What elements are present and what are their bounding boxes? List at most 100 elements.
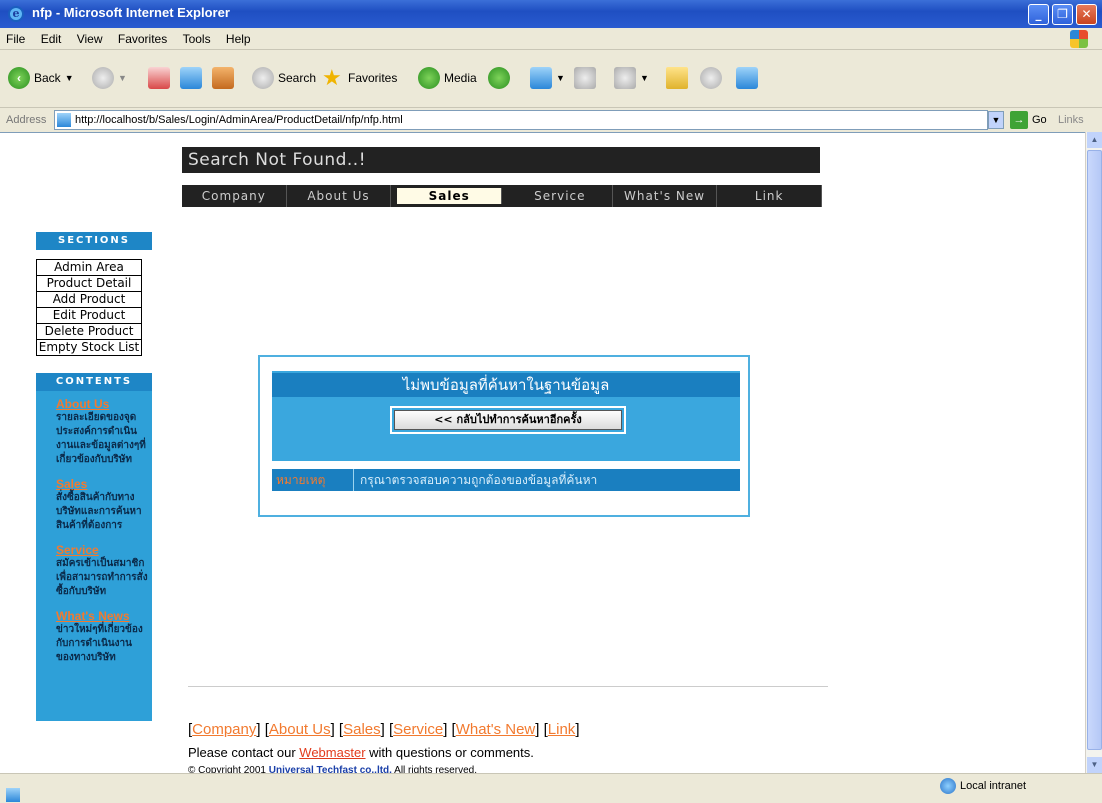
print-button[interactable]: [574, 64, 596, 92]
footer-divider: [188, 686, 828, 687]
section-empty-stock-list[interactable]: Empty Stock List: [36, 339, 142, 356]
close-button[interactable]: ✕: [1076, 4, 1097, 25]
menu-help[interactable]: Help: [220, 28, 257, 46]
contents-link-sales[interactable]: Sales: [56, 477, 148, 491]
contents-link-about-us[interactable]: About Us: [56, 397, 148, 411]
footer-link-whats-new[interactable]: What's New: [456, 721, 536, 738]
scroll-down-icon[interactable]: ▼: [1087, 757, 1102, 773]
media-button[interactable]: Media: [418, 64, 477, 92]
nav-about-us[interactable]: About Us: [287, 185, 392, 207]
favorites-label: Favorites: [348, 71, 398, 85]
links-button[interactable]: Links: [1058, 114, 1084, 126]
scroll-up-icon[interactable]: ▲: [1087, 132, 1102, 148]
section-product-detail[interactable]: Product Detail: [36, 275, 142, 292]
stop-button[interactable]: [148, 64, 170, 92]
chevron-down-icon: ▼: [640, 73, 649, 83]
refresh-icon: [180, 67, 202, 89]
contents-link-service[interactable]: Service: [56, 543, 148, 557]
stop-icon: [148, 67, 170, 89]
scroll-thumb[interactable]: [1087, 150, 1102, 750]
menu-favorites[interactable]: Favorites: [112, 28, 173, 46]
contents-item: Sales สั่งซื้อสินค้ากับทางบริษัทและการค้…: [56, 477, 148, 533]
edit-icon: [614, 67, 636, 89]
go-button[interactable]: → Go: [1010, 111, 1047, 129]
title-bar: e nfp - Microsoft Internet Explorer _ ❐ …: [0, 0, 1102, 28]
nav-service[interactable]: Service: [508, 185, 613, 207]
favorites-button[interactable]: ★ Favorites: [322, 64, 397, 92]
contents-description: สั่งซื้อสินค้ากับทางบริษัทและการค้นหาสิน…: [56, 492, 142, 531]
toolbar: ‹ Back ▼ ▼ Search ★ Favorites Media ▼ ▼: [0, 50, 1102, 108]
remark-label: หมายเหตุ: [272, 469, 354, 491]
contacts-button[interactable]: [736, 64, 758, 92]
address-field[interactable]: http://localhost/b/Sales/Login/AdminArea…: [54, 110, 988, 130]
copyright-prefix: © Copyright 2001: [188, 765, 269, 773]
company-link[interactable]: Universal Techfast co.,ltd.: [269, 765, 392, 773]
contents-description: ข่าวใหม่ๆที่เกี่ยวข้องกับการดำเนินงานของ…: [56, 624, 143, 663]
back-label: Back: [34, 71, 61, 85]
not-found-notice: ไม่พบข้อมูลที่ค้นหาในฐานข้อมูล << กลับไป…: [258, 355, 750, 517]
chevron-down-icon: ▼: [118, 73, 127, 83]
menu-view[interactable]: View: [71, 28, 109, 46]
section-admin-area[interactable]: Admin Area: [36, 259, 142, 276]
media-icon: [418, 67, 440, 89]
footer-link-company[interactable]: Company: [192, 721, 256, 738]
favorites-star-icon: ★: [322, 65, 342, 90]
contents-link-whats-news[interactable]: What's News: [56, 609, 148, 623]
search-button[interactable]: Search: [252, 64, 316, 92]
section-menu: Admin Area Product Detail Add Product Ed…: [36, 259, 142, 356]
contacts-icon: [736, 67, 758, 89]
search-label: Search: [278, 71, 317, 85]
contents-item: About Us รายละเอียดของจุดประสงค์การดำเนิ…: [56, 397, 148, 467]
address-label: Address: [6, 114, 47, 126]
address-url: http://localhost/b/Sales/Login/AdminArea…: [75, 114, 403, 126]
footer-link-link[interactable]: Link: [548, 721, 576, 738]
menu-edit[interactable]: Edit: [35, 28, 68, 46]
webmaster-link[interactable]: Webmaster: [299, 745, 365, 760]
messenger-button[interactable]: [700, 64, 722, 92]
copyright-line: © Copyright 2001 Universal Techfast co.,…: [188, 765, 477, 773]
refresh-button[interactable]: [180, 64, 202, 92]
edit-button[interactable]: ▼: [614, 64, 649, 92]
section-delete-product[interactable]: Delete Product: [36, 323, 142, 340]
notice-remark: หมายเหตุ กรุณาตรวจสอบความถูกต้องของข้อมู…: [272, 469, 740, 491]
contents-heading: CONTENTS: [36, 373, 152, 391]
menu-tools[interactable]: Tools: [177, 28, 217, 46]
section-edit-product[interactable]: Edit Product: [36, 307, 142, 324]
nav-whats-new[interactable]: What's New: [613, 185, 718, 207]
search-icon: [252, 67, 274, 89]
copyright-suffix: All rights reserved.: [391, 765, 477, 773]
nav-sales[interactable]: Sales: [397, 188, 503, 204]
vertical-scrollbar[interactable]: ▲ ▼: [1085, 132, 1102, 773]
zone-label: Local intranet: [960, 780, 1027, 792]
footer-link-service[interactable]: Service: [393, 721, 443, 738]
minimize-button[interactable]: _: [1028, 4, 1049, 25]
back-arrow-icon: ‹: [8, 67, 30, 89]
menu-file[interactable]: File: [0, 28, 31, 46]
go-arrow-icon: →: [1010, 111, 1028, 129]
maximize-button[interactable]: ❐: [1052, 4, 1073, 25]
menu-bar: File Edit View Favorites Tools Help: [0, 28, 1102, 50]
flower-icon: [700, 67, 722, 89]
nav-link[interactable]: Link: [717, 185, 823, 207]
not-found-message: ไม่พบข้อมูลที่ค้นหาในฐานข้อมูล: [272, 373, 740, 397]
search-again-button[interactable]: << กลับไปทำการค้นหาอีกครั้ง: [390, 406, 626, 434]
mail-button[interactable]: ▼: [530, 64, 565, 92]
home-button[interactable]: [212, 64, 234, 92]
search-again-label: << กลับไปทำการค้นหาอีกครั้ง: [394, 410, 622, 430]
folder-button[interactable]: [666, 64, 688, 92]
section-add-product[interactable]: Add Product: [36, 291, 142, 308]
contents-description: รายละเอียดของจุดประสงค์การดำเนินงานและข้…: [56, 412, 146, 465]
forward-button[interactable]: ▼: [92, 64, 127, 92]
top-nav: Company About Us Sales Service What's Ne…: [182, 185, 823, 207]
footer-link-sales[interactable]: Sales: [343, 721, 381, 738]
sections-heading: SECTIONS: [36, 232, 152, 250]
print-icon: [574, 67, 596, 89]
back-button[interactable]: ‹ Back ▼: [8, 64, 74, 92]
address-dropdown[interactable]: ▼: [988, 111, 1004, 129]
page-viewport: Search Not Found..! Company About Us Sal…: [0, 132, 1085, 773]
history-button[interactable]: [488, 64, 510, 92]
intranet-globe-icon: [940, 778, 956, 794]
nav-company[interactable]: Company: [182, 185, 287, 207]
mail-icon: [530, 67, 552, 89]
footer-link-about-us[interactable]: About Us: [269, 721, 331, 738]
